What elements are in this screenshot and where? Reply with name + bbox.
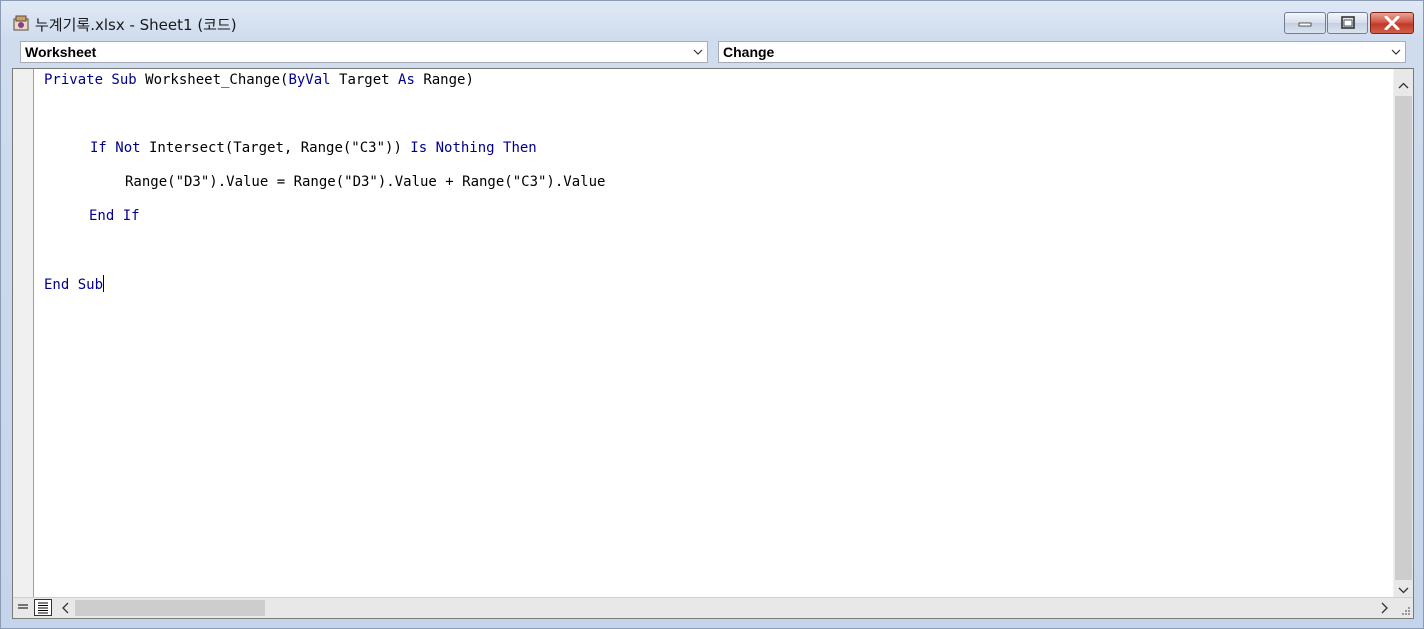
code-keyword: End Sub: [44, 277, 104, 293]
chevron-down-icon: [1391, 49, 1401, 55]
maximize-button[interactable]: [1327, 12, 1368, 34]
code-text: Range): [414, 72, 474, 88]
minimize-icon: [1298, 22, 1312, 27]
resize-grip-icon[interactable]: [1399, 604, 1411, 616]
code-area[interactable]: Private Sub Worksheet_Change(ByVal Targe…: [44, 69, 1393, 599]
close-button[interactable]: [1370, 12, 1414, 34]
scroll-up-icon[interactable]: [1394, 77, 1413, 95]
chevron-down-icon: [693, 49, 703, 55]
code-line[interactable]: Range("D3").Value = Range("D3").Value + …: [125, 173, 605, 191]
code-line[interactable]: If Not Intersect(Target, Range("C3")) Is…: [90, 139, 537, 157]
maximize-icon: [1340, 16, 1355, 29]
code-keyword: End If: [89, 208, 140, 224]
code-window: 누계기록.xlsx - Sheet1 (코드) Worksheet Change…: [0, 0, 1424, 629]
code-line[interactable]: End Sub: [44, 275, 105, 293]
bottom-bar: [13, 597, 1413, 618]
vertical-scroll-thumb[interactable]: [1395, 96, 1412, 580]
vba-module-icon: [13, 15, 29, 31]
code-keyword: ByVal: [288, 72, 331, 88]
title-bar[interactable]: 누계기록.xlsx - Sheet1 (코드): [1, 1, 1423, 41]
vertical-scrollbar[interactable]: [1393, 69, 1413, 599]
horizontal-scroll-thumb[interactable]: [75, 600, 265, 616]
full-module-view-icon: [38, 602, 48, 614]
window-title: 누계기록.xlsx - Sheet1 (코드): [35, 16, 237, 34]
code-keyword: Private Sub: [44, 72, 137, 88]
code-keyword: Is Nothing Then: [410, 140, 537, 156]
code-text: Worksheet_Change(: [136, 72, 289, 88]
full-module-view-button[interactable]: [34, 599, 52, 616]
code-text: Range("D3").Value = Range("D3").Value + …: [125, 174, 606, 190]
procedure-dropdown-value: Change: [723, 44, 775, 60]
object-dropdown-value: Worksheet: [25, 44, 97, 60]
scroll-right-icon[interactable]: [1376, 600, 1392, 616]
scroll-left-icon[interactable]: [58, 600, 74, 616]
text-caret: [103, 275, 105, 292]
object-dropdown[interactable]: Worksheet: [20, 41, 708, 63]
code-text: Target: [330, 72, 399, 88]
code-line[interactable]: End If: [89, 207, 140, 225]
procedure-dropdown[interactable]: Change: [718, 41, 1406, 63]
code-editor[interactable]: Private Sub Worksheet_Change(ByVal Targe…: [12, 68, 1414, 619]
close-icon: [1384, 16, 1400, 30]
procedure-view-icon: [18, 604, 28, 609]
procedure-view-button[interactable]: [14, 599, 32, 616]
code-text: Intersect(Target, Range("C3")): [140, 140, 411, 156]
margin-indicator-bar[interactable]: [13, 69, 34, 599]
code-line[interactable]: Private Sub Worksheet_Change(ByVal Targe…: [44, 71, 474, 89]
minimize-button[interactable]: [1284, 12, 1326, 34]
code-keyword: As: [398, 72, 415, 88]
code-keyword: If Not: [90, 140, 141, 156]
